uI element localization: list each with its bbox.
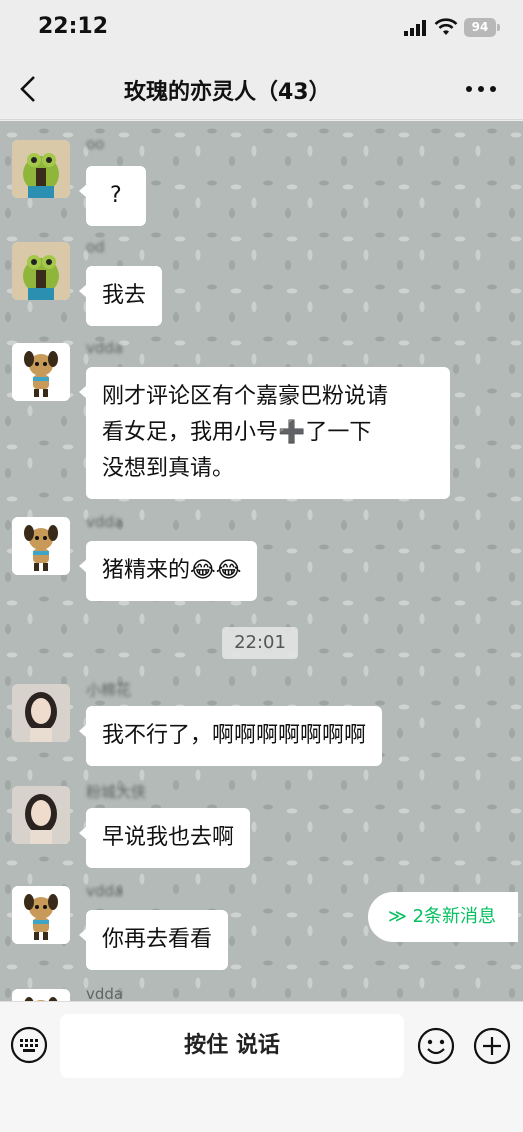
- emoji-icon[interactable]: [416, 1026, 456, 1066]
- avatar-frog[interactable]: [12, 242, 70, 300]
- chat-area[interactable]: oo ? od 我去 vdda 刚才评论区有个嘉豪巴粉说请 看女足，我用小号➕了…: [0, 121, 523, 1001]
- message-line: 看女足，我用小号➕了一下: [102, 420, 372, 445]
- wifi-icon: [434, 18, 458, 35]
- nav-bar: 玫瑰的亦灵人（43）: [0, 58, 523, 120]
- message-bubble-multiline[interactable]: 刚才评论区有个嘉豪巴粉说请 看女足，我用小号➕了一下 没想到真请。: [79, 367, 450, 499]
- status-time: 22:12: [38, 14, 109, 39]
- message-bubble[interactable]: 你再去看看: [78, 910, 229, 970]
- message-bubble[interactable]: ?: [79, 166, 146, 226]
- message-line: 刚才评论区有个嘉豪巴粉说请: [102, 384, 389, 409]
- avatar-dog[interactable]: [12, 517, 70, 575]
- battery-icon: 94: [464, 18, 496, 37]
- chat-title: 玫瑰的亦灵人（43）: [124, 80, 331, 105]
- sender-name: vdda: [86, 882, 124, 900]
- avatar-dog[interactable]: [12, 343, 70, 401]
- message-bubble[interactable]: 早说我也去啊: [78, 808, 251, 868]
- sender-name: od: [86, 238, 105, 256]
- keyboard-icon[interactable]: [10, 1026, 48, 1064]
- message-bubble[interactable]: 我不行了，啊啊啊啊啊啊啊: [78, 706, 383, 766]
- sender-name: vdda: [86, 985, 124, 1001]
- avatar-dog[interactable]: [12, 989, 70, 1001]
- sender-name: 小棉花: [86, 681, 132, 699]
- signal-icon: [404, 20, 426, 36]
- input-bar: 按住 说话: [0, 1001, 523, 1132]
- more-icon[interactable]: [462, 78, 500, 100]
- new-messages-button[interactable]: ≫ 2条新消息: [368, 892, 518, 942]
- battery-tip: [497, 24, 500, 31]
- plus-icon[interactable]: [472, 1026, 512, 1066]
- status-bar: 22:12 94: [0, 0, 523, 58]
- avatar-frog[interactable]: [12, 140, 70, 198]
- avatar-woman[interactable]: [12, 786, 70, 844]
- back-arrow-icon[interactable]: [14, 73, 44, 105]
- message-line: 没想到真请。: [102, 456, 235, 481]
- sender-name: oo: [86, 135, 105, 153]
- sender-name: vdda: [86, 339, 124, 357]
- hold-to-talk-button[interactable]: 按住 说话: [60, 1014, 404, 1078]
- sender-name: 粉城大侠: [86, 783, 147, 801]
- avatar-woman[interactable]: [12, 684, 70, 742]
- message-bubble[interactable]: 猪精来的😂😂: [78, 541, 258, 601]
- avatar-dog[interactable]: [12, 886, 70, 944]
- message-bubble[interactable]: 我去: [78, 266, 163, 326]
- time-divider: 22:01: [222, 627, 298, 659]
- sender-name: vdda: [86, 513, 124, 531]
